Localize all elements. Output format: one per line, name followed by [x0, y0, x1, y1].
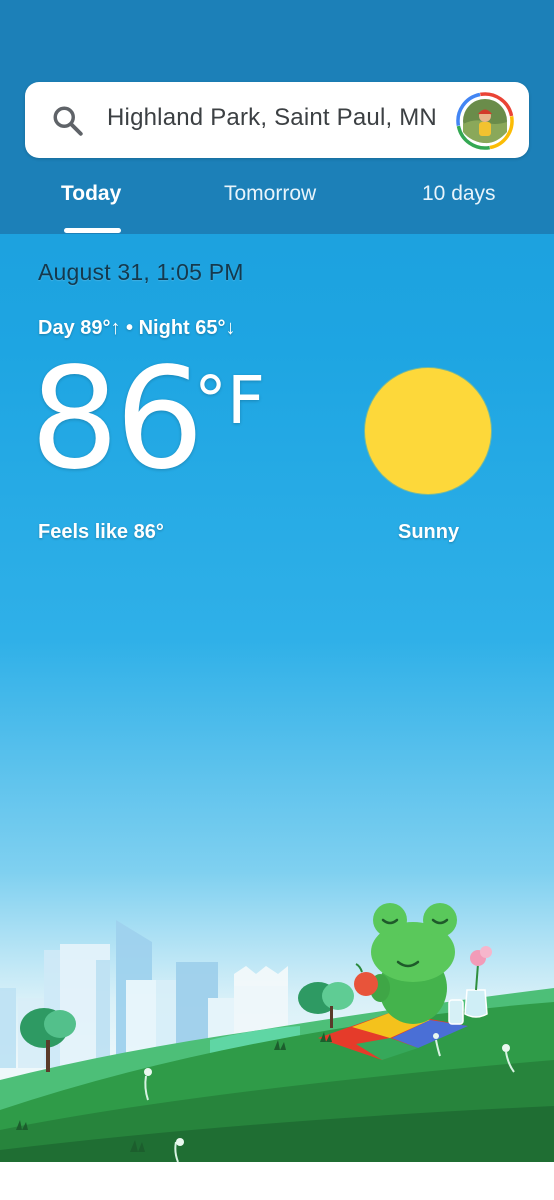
current-temperature: 86	[30, 338, 204, 501]
frog-picnic-illustration	[0, 903, 554, 1162]
active-tab-indicator	[64, 228, 121, 233]
search-icon[interactable]	[50, 103, 86, 139]
temperature-unit[interactable]: °F	[194, 366, 265, 436]
current-datetime: August 31, 1:05 PM	[38, 259, 244, 285]
tab-today[interactable]: Today	[61, 182, 121, 206]
tab-tomorrow[interactable]: Tomorrow	[224, 182, 316, 206]
condition-label: Sunny	[398, 521, 460, 543]
day-night-temps: Day 89°↑ • Night 65°↓	[38, 317, 236, 339]
weather-screen: Highland Park, Saint Paul, MN Today Tomo…	[0, 0, 554, 1162]
location-text[interactable]: Highland Park, Saint Paul, MN	[107, 104, 437, 132]
account-avatar[interactable]	[456, 92, 514, 150]
feels-like: Feels like 86°	[38, 521, 164, 543]
sun-icon	[365, 368, 491, 494]
tab-10-days[interactable]: 10 days	[422, 182, 496, 206]
